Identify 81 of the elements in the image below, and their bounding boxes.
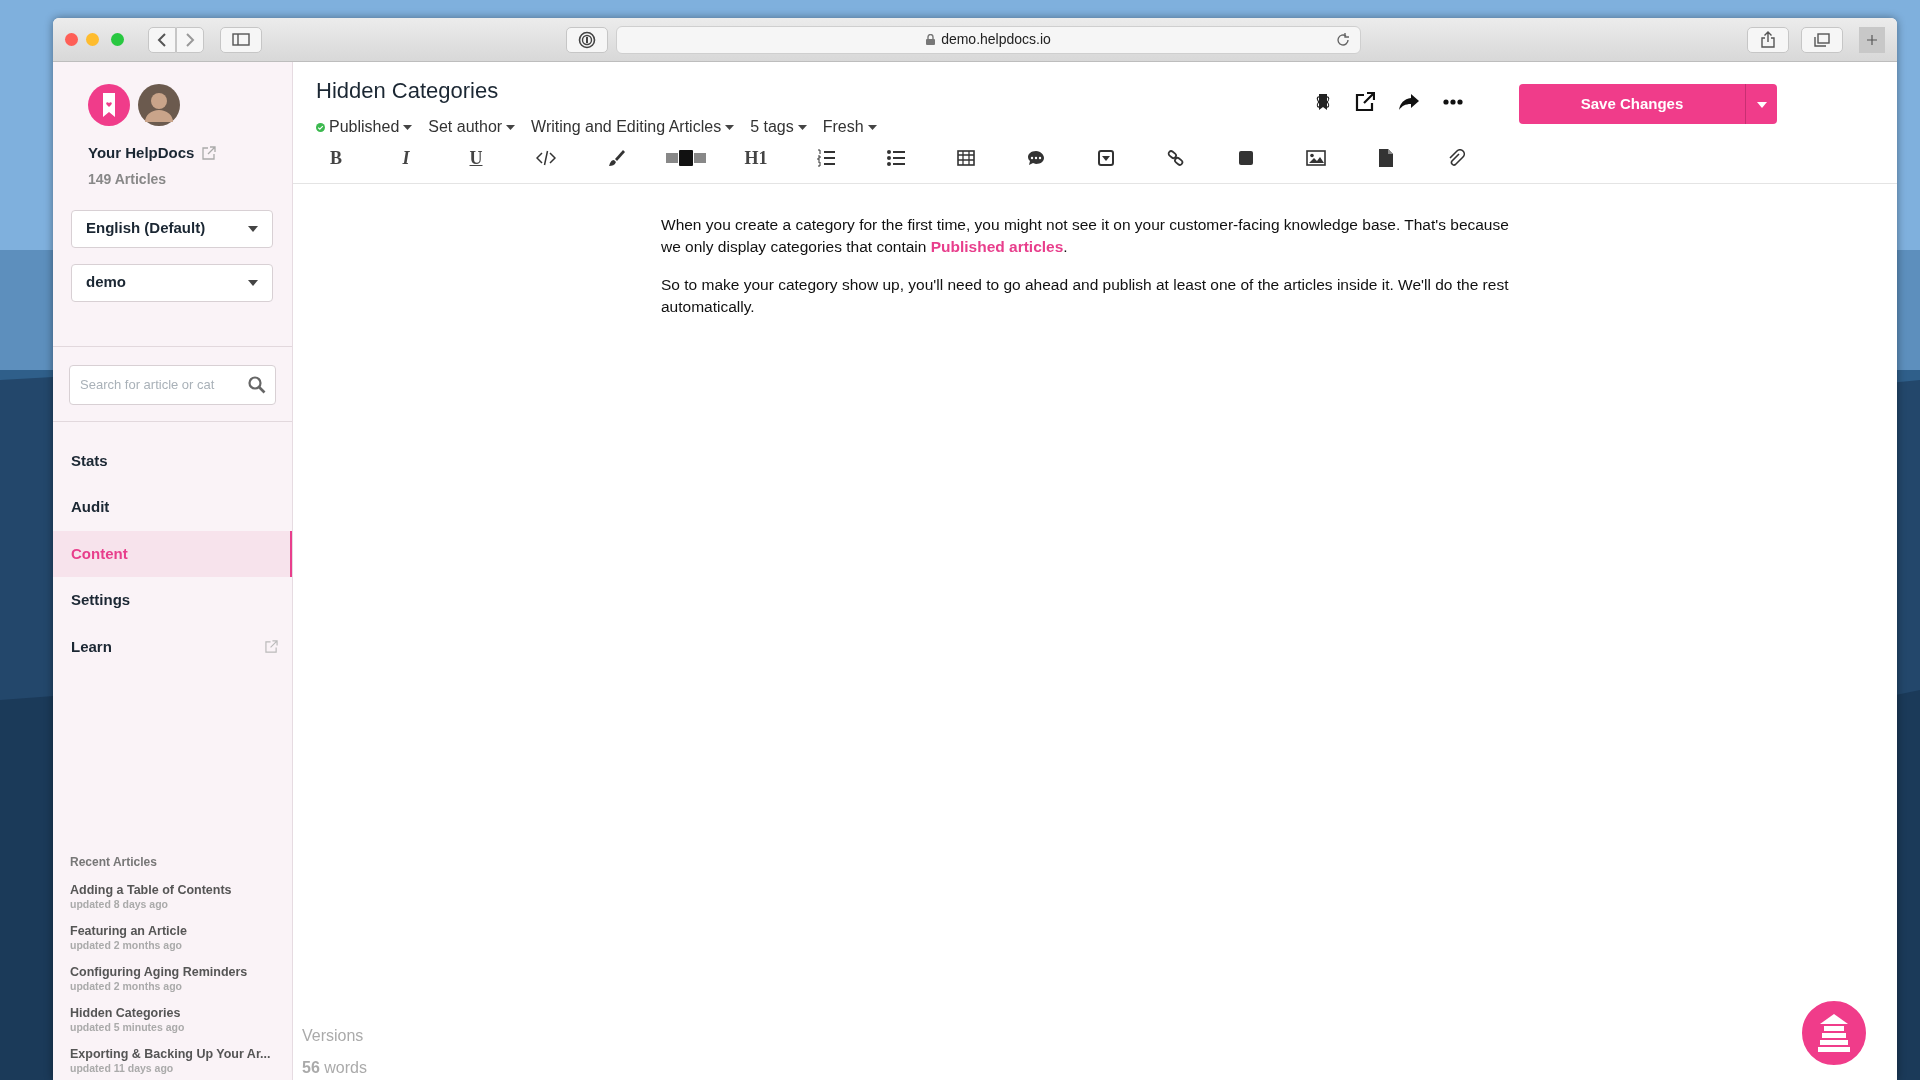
reload-icon[interactable] <box>1336 32 1350 47</box>
document-icon <box>1378 149 1394 167</box>
nav-item[interactable]: Stats <box>53 437 292 484</box>
recent-article-link[interactable]: Featuring an Article <box>70 924 275 939</box>
table-icon <box>957 150 975 166</box>
meta-dropdown[interactable]: 5 tags <box>750 115 807 139</box>
search-icon[interactable] <box>248 375 266 394</box>
brush-icon <box>607 149 625 167</box>
updated-time: updated 5 minutes ago <box>70 1021 186 1033</box>
sidebar-icon <box>232 33 250 46</box>
link-icon <box>1167 150 1185 166</box>
article-title[interactable]: Hidden Categories <box>316 74 1315 107</box>
word-count: 56 words <box>302 1058 368 1078</box>
lock-icon <box>926 34 936 45</box>
caret-icon <box>797 124 807 130</box>
meta-dropdown[interactable]: Fresh <box>822 115 877 139</box>
bullet-list-icon <box>887 149 905 167</box>
sidebar-toggle-button[interactable] <box>220 26 262 53</box>
updated-time: updated 2 months ago <box>70 980 183 992</box>
nav-item[interactable]: Audit <box>53 484 292 531</box>
workspace-select[interactable]: demo <box>71 263 273 302</box>
language-select[interactable]: English (Default) <box>71 209 273 248</box>
numbered-list-icon <box>817 149 835 167</box>
recent-article-link[interactable]: Configuring Aging Reminders <box>70 965 275 980</box>
address-bar[interactable]: demo.helpdocs.io <box>616 25 1361 54</box>
code-icon <box>536 149 556 167</box>
new-tab-button[interactable] <box>1859 26 1885 53</box>
layout-icon <box>666 150 706 166</box>
avatar[interactable] <box>138 84 180 126</box>
external-link-icon[interactable] <box>1355 92 1375 112</box>
square-icon <box>1238 150 1254 166</box>
meta-dropdown[interactable]: Writing and Editing Articles <box>531 115 735 139</box>
updated-time: updated 2 months ago <box>70 939 183 951</box>
meta-dropdown[interactable]: Set author <box>428 115 516 139</box>
image-icon <box>1306 150 1326 166</box>
password-icon <box>578 30 596 49</box>
back-button[interactable] <box>148 26 176 53</box>
url-text: demo.helpdocs.io <box>941 30 1051 49</box>
more-icon[interactable] <box>1443 99 1463 105</box>
lighthouse-icon <box>1815 1013 1853 1053</box>
recent-article-link[interactable]: Exporting & Backing Up Your Ar... <box>70 1047 275 1062</box>
format-button[interactable]: B <box>301 143 371 173</box>
article-count: 149 Articles <box>88 169 168 189</box>
tabs-button[interactable] <box>1801 26 1843 53</box>
caret-icon <box>403 124 413 130</box>
paragraph: When you create a category for the first time, you might not see it on your customer-facing knowledge base. That's because we only display categories that contain Published articles. <box>661 215 1509 257</box>
caret-icon <box>248 279 258 286</box>
password-manager-button[interactable] <box>566 26 608 53</box>
save-options-button[interactable] <box>1745 84 1777 124</box>
hidden-icon[interactable] <box>1315 93 1331 111</box>
section-heading: Recent Articles <box>69 854 158 871</box>
format-button[interactable]: U <box>441 143 511 173</box>
caret-icon <box>1756 101 1767 108</box>
recent-article-link[interactable]: Hidden Categories <box>70 1006 275 1021</box>
format-button[interactable]: H1 <box>721 143 791 173</box>
forward-icon <box>185 32 195 47</box>
caret-icon <box>506 124 516 130</box>
dropdown-box-icon <box>1098 150 1114 166</box>
paperclip-icon <box>1447 149 1465 167</box>
tabs-icon <box>1814 32 1830 47</box>
paragraph: So to make your category show up, you'll need to go ahead and publish at least one of the articles inside it. We'll do the rest automatically. <box>661 275 1509 317</box>
meta-dropdown[interactable]: Published <box>316 115 413 139</box>
format-button[interactable]: I <box>371 143 441 173</box>
logo-icon <box>88 84 130 126</box>
site-name[interactable]: Your HelpDocs <box>88 142 195 165</box>
share-icon[interactable] <box>1399 94 1419 110</box>
updated-time: updated 11 days ago <box>70 1062 175 1074</box>
back-icon <box>157 32 167 47</box>
caret-icon <box>248 225 258 232</box>
updated-time: updated 8 days ago <box>70 898 170 910</box>
nav-item[interactable]: Learn <box>53 623 265 670</box>
plus-icon <box>1867 33 1877 46</box>
nav-item[interactable]: Settings <box>53 577 292 624</box>
share-button[interactable] <box>1747 26 1789 53</box>
search-field[interactable]: Search for article or cat <box>69 364 276 405</box>
caret-icon <box>867 124 877 130</box>
save-button[interactable]: Save Changes <box>1519 84 1745 124</box>
speech-bubble-icon <box>1027 150 1045 166</box>
recent-article-link[interactable]: Adding a Table of Contents <box>70 883 275 898</box>
caret-icon <box>725 124 735 130</box>
share-icon <box>1761 31 1775 48</box>
